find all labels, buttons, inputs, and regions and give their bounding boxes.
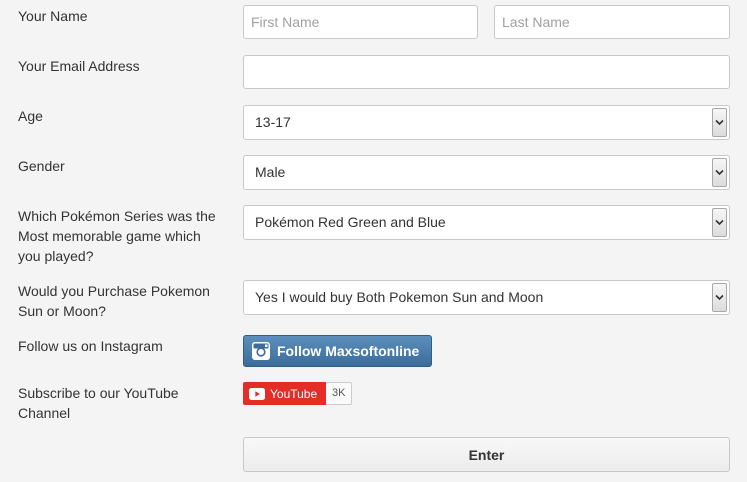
email-label: Your Email Address: [18, 58, 140, 74]
youtube-subscribe-widget[interactable]: YouTube 3K: [243, 382, 353, 406]
age-label: Age: [18, 108, 43, 124]
chevron-down-icon[interactable]: [712, 208, 727, 237]
series-select[interactable]: Pokémon Red Green and Blue: [243, 205, 730, 240]
first-name-input[interactable]: [244, 6, 477, 38]
age-select[interactable]: 13-17: [243, 105, 730, 140]
age-selected-value: 13-17: [255, 114, 291, 130]
gender-selected-value: Male: [255, 164, 286, 180]
purchase-label: Would you Purchase Pokemon Sun or Moon?: [18, 283, 210, 319]
name-label: Your Name: [18, 8, 88, 24]
chevron-down-icon[interactable]: [712, 158, 727, 187]
chevron-down-icon[interactable]: [712, 108, 727, 137]
youtube-subscribe-button[interactable]: YouTube: [243, 382, 326, 405]
gender-select[interactable]: Male: [243, 155, 730, 190]
youtube-label: Subscribe to our YouTube Channel: [18, 385, 179, 421]
instagram-icon: [252, 342, 270, 360]
series-label: Which Pokémon Series was the Most memora…: [18, 208, 216, 264]
instagram-label: Follow us on Instagram: [18, 338, 163, 354]
email-field[interactable]: [243, 55, 730, 89]
youtube-button-label: YouTube: [270, 386, 318, 401]
youtube-icon: [249, 387, 265, 400]
first-name-field[interactable]: [243, 5, 478, 39]
enter-button[interactable]: Enter: [243, 437, 730, 472]
chevron-down-icon[interactable]: [712, 283, 727, 312]
series-selected-value: Pokémon Red Green and Blue: [255, 214, 446, 230]
last-name-input[interactable]: [495, 6, 729, 38]
last-name-field[interactable]: [494, 5, 730, 39]
follow-instagram-button[interactable]: Follow Maxsoftonline: [243, 335, 432, 367]
follow-instagram-label: Follow Maxsoftonline: [277, 343, 420, 359]
purchase-selected-value: Yes I would buy Both Pokemon Sun and Moo…: [255, 289, 544, 305]
subscriber-count: 3K: [326, 382, 353, 405]
email-input[interactable]: [244, 56, 729, 88]
purchase-select[interactable]: Yes I would buy Both Pokemon Sun and Moo…: [243, 280, 730, 315]
gender-label: Gender: [18, 158, 65, 174]
